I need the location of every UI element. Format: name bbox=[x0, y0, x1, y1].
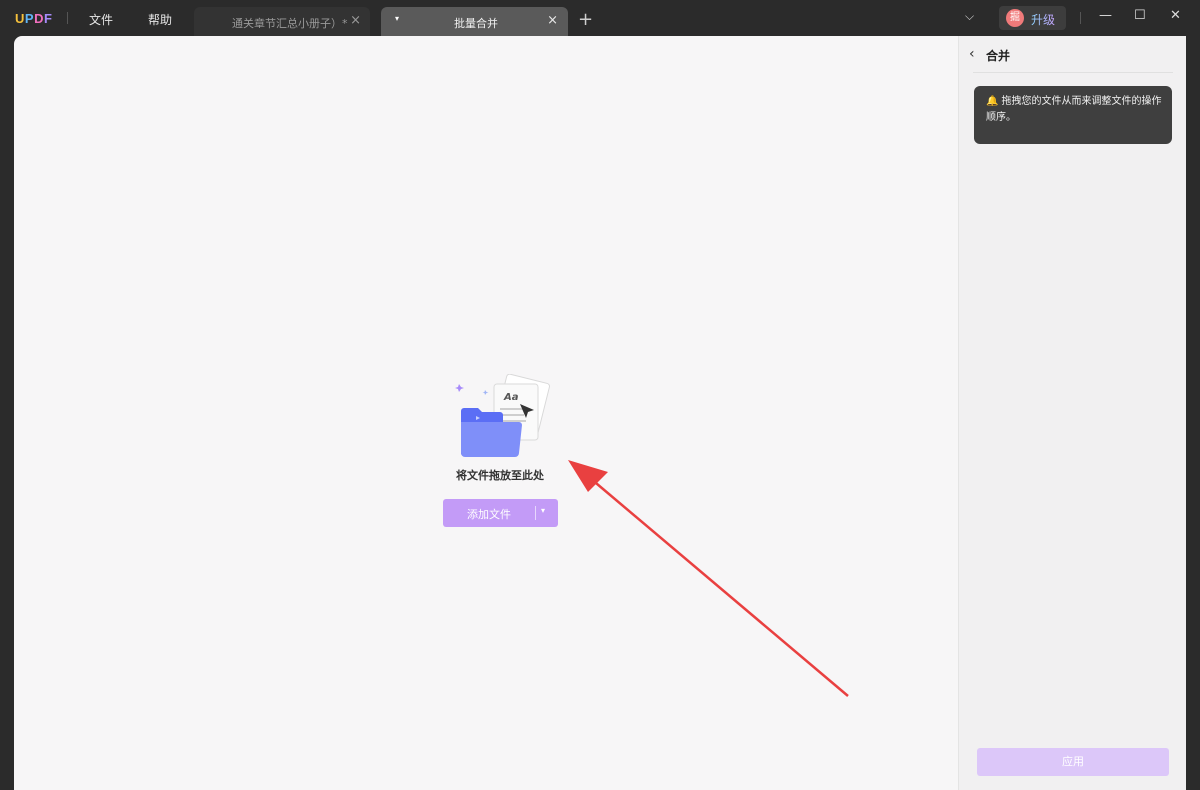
maximize-button[interactable]: ☐ bbox=[1134, 8, 1146, 23]
close-icon[interactable]: × bbox=[547, 13, 558, 28]
folder-illustration-icon: Aa bbox=[455, 374, 550, 457]
avatar: 掘 bbox=[1006, 9, 1024, 27]
minimize-button[interactable]: — bbox=[1099, 8, 1112, 23]
app-logo: UPDF bbox=[15, 11, 53, 26]
menu-file[interactable]: 文件 bbox=[89, 11, 113, 28]
add-files-button[interactable]: 添加文件 ▾ bbox=[443, 499, 558, 527]
close-window-button[interactable]: ✕ bbox=[1170, 8, 1181, 23]
drop-instruction: 将文件拖放至此处 bbox=[456, 469, 544, 482]
apply-button[interactable]: 应用 bbox=[977, 748, 1169, 776]
window-edge bbox=[1186, 36, 1200, 790]
chevron-down-icon[interactable]: ⌵ bbox=[965, 9, 974, 24]
add-tab-button[interactable]: + bbox=[578, 9, 593, 30]
back-icon[interactable]: ‹ bbox=[969, 46, 975, 62]
tab-label: 通关章节汇总小册子）* bbox=[232, 17, 348, 30]
chevron-down-icon[interactable]: ▾ bbox=[541, 506, 545, 515]
tip-box: 🔔 拖拽您的文件从而来调整文件的操作顺序。 bbox=[974, 86, 1172, 144]
annotation-arrow-icon bbox=[568, 460, 849, 697]
chevron-down-icon[interactable]: ▾ bbox=[395, 14, 399, 23]
divider bbox=[973, 72, 1173, 73]
illustration-text: Aa bbox=[503, 392, 519, 403]
add-files-label: 添加文件 bbox=[467, 508, 511, 521]
tab-document[interactable]: 通关章节汇总小册子）* × bbox=[194, 7, 370, 36]
panel-title: 合并 bbox=[986, 49, 1011, 63]
tip-text: 拖拽您的文件从而来调整文件的操作顺序。 bbox=[986, 96, 1162, 123]
divider bbox=[67, 12, 68, 24]
upgrade-label: 升级 bbox=[1031, 13, 1056, 27]
close-icon[interactable]: × bbox=[350, 13, 361, 28]
bell-icon: 🔔 bbox=[986, 96, 999, 107]
tab-label: 批量合并 bbox=[454, 17, 498, 30]
merge-panel: ‹ 合并 🔔 拖拽您的文件从而来调整文件的操作顺序。 应用 bbox=[958, 36, 1186, 790]
tab-batch-merge[interactable]: ▾ 批量合并 × bbox=[381, 7, 568, 36]
upgrade-button[interactable]: 掘 升级 bbox=[999, 6, 1066, 30]
divider bbox=[535, 506, 536, 520]
divider bbox=[1080, 12, 1081, 24]
menu-help[interactable]: 帮助 bbox=[148, 11, 172, 28]
title-bar: UPDF 文件 帮助 通关章节汇总小册子）* × ▾ 批量合并 × + ⌵ 掘 … bbox=[0, 0, 1200, 36]
